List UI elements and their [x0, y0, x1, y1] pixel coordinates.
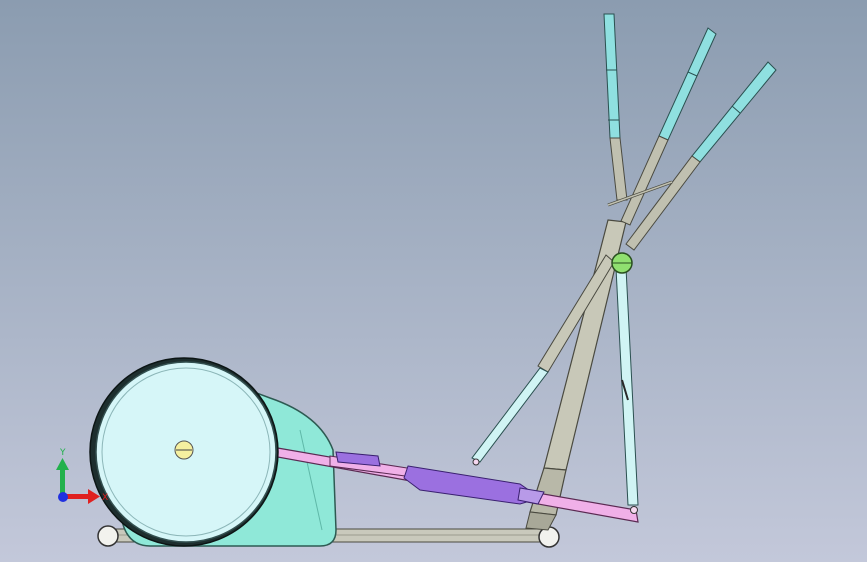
handle-pivot[interactable]: [611, 252, 633, 274]
handlebar-right[interactable]: [625, 61, 777, 251]
link-arm-pivot: [472, 458, 480, 466]
front-link-arm: [471, 367, 549, 463]
handlebar-left[interactable]: [603, 13, 628, 201]
pedal-assembly[interactable]: [335, 451, 545, 505]
triad-z-axis-origin: [58, 492, 68, 502]
cad-viewport[interactable]: Y X: [0, 0, 867, 562]
elliptical-trainer-model[interactable]: Y X: [0, 0, 867, 562]
rear-base-wheel: [538, 526, 560, 548]
triad-x-label: X: [102, 493, 108, 503]
triad-y-label: Y: [59, 448, 66, 458]
front-base-wheel: [97, 525, 119, 547]
flywheel-hub: [174, 440, 194, 460]
triad-y-axis-arrow: [60, 468, 65, 494]
swing-arm: [615, 267, 639, 506]
pedal-link-pivot-rear: [630, 506, 638, 514]
